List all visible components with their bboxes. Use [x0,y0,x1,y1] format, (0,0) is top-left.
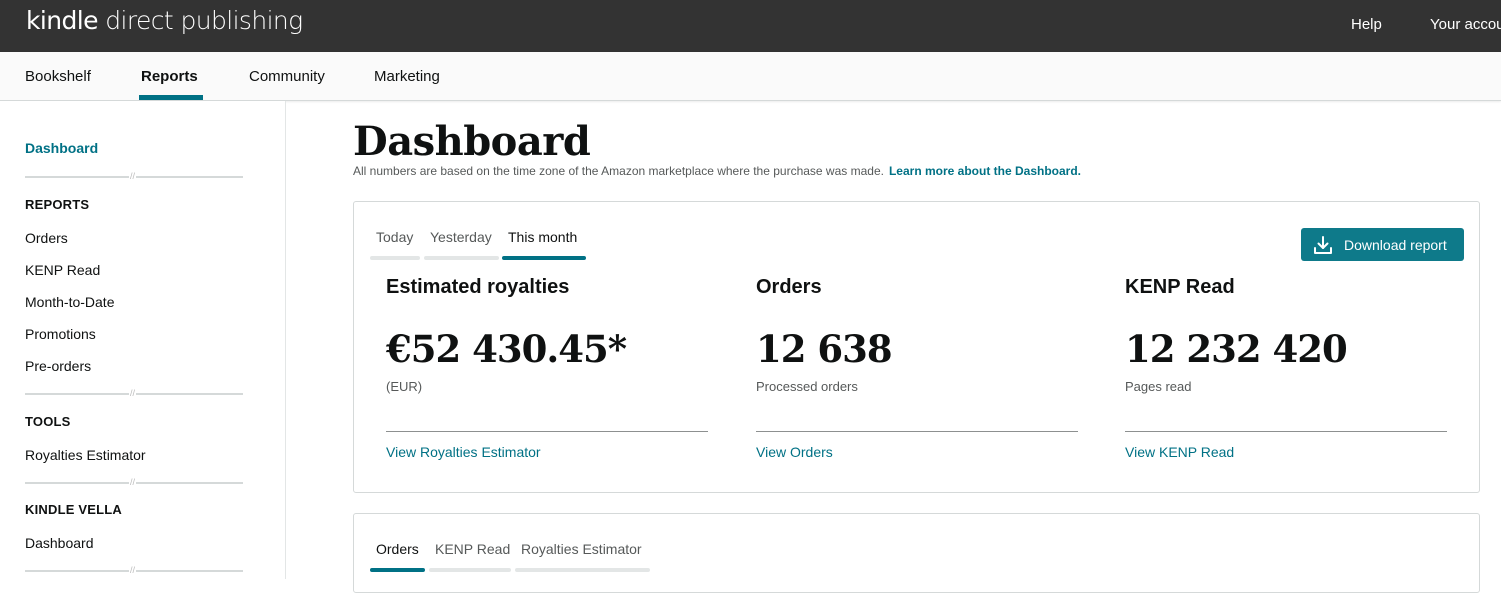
tab-orders[interactable]: Orders [376,541,419,557]
page-subtitle: All numbers are based on the time zone o… [353,164,1081,178]
top-header: kindle direct publishing Help Your accou… [0,0,1501,52]
stat-label: (EUR) [386,379,423,394]
download-report-button[interactable]: Download report [1301,228,1464,261]
sidebar-heading-kindle-vella: KINDLE VELLA [25,502,123,517]
sidebar-divider [25,170,243,182]
page-title: Dashboard [353,118,591,165]
view-royalties-estimator-link[interactable]: View Royalties Estimator [386,444,541,460]
reports-sidebar: Dashboard REPORTS Orders KENP Read Month… [0,101,286,579]
nav-marketing[interactable]: Marketing [374,68,440,85]
nav-active-indicator [139,95,203,100]
tab-kenp-read[interactable]: KENP Read [435,541,510,557]
view-kenp-read-link[interactable]: View KENP Read [1125,444,1234,460]
stat-label: Pages read [1125,379,1192,394]
sidebar-heading-reports: REPORTS [25,197,90,212]
sidebar-item-dashboard[interactable]: Dashboard [25,140,98,156]
sidebar-item-pre-orders[interactable]: Pre-orders [25,358,91,374]
sidebar-item-orders[interactable]: Orders [25,230,68,246]
timezone-note: All numbers are based on the time zone o… [353,164,884,178]
summary-card: Today Yesterday This month Download repo… [353,201,1480,493]
stat-divider [1125,431,1447,432]
kdp-logo[interactable]: kindle direct publishing [26,6,303,35]
stat-value: €52 430.45* [386,327,627,371]
report-card: Orders KENP Read Royalties Estimator [353,513,1480,593]
sidebar-heading-tools: TOOLS [25,414,71,429]
help-link[interactable]: Help [1351,16,1382,33]
download-icon [1314,235,1332,254]
sidebar-item-promotions[interactable]: Promotions [25,326,96,342]
nav-reports[interactable]: Reports [141,68,198,85]
download-report-label: Download report [1344,236,1447,253]
stat-title: Estimated royalties [386,276,570,298]
primary-nav: Bookshelf Reports Community Marketing [0,52,1501,101]
stat-value: 12 232 420 [1125,327,1348,371]
stat-title: KENP Read [1125,276,1235,298]
tab-yesterday-indicator [424,256,499,260]
view-orders-link[interactable]: View Orders [756,444,833,460]
stat-title: Orders [756,276,822,298]
tab-today[interactable]: Today [376,229,413,245]
tab-this-month[interactable]: This month [508,229,577,245]
tab-yesterday[interactable]: Yesterday [430,229,492,245]
tab-orders-indicator [370,568,425,572]
tab-royalties-estimator-indicator [515,568,650,572]
logo-kindle-text: kindle [26,6,98,35]
stat-orders: Orders 12 638 Processed orders View Orde… [756,276,1078,462]
sidebar-divider [25,476,243,488]
tab-this-month-indicator [502,256,586,260]
sidebar-item-kenp-read[interactable]: KENP Read [25,262,100,278]
nav-community[interactable]: Community [249,68,325,85]
stat-divider [386,431,708,432]
tab-today-indicator [370,256,420,260]
logo-rest-text: direct publishing [97,6,303,35]
stat-divider [756,431,1078,432]
sidebar-item-month-to-date[interactable]: Month-to-Date [25,294,114,310]
stat-value: 12 638 [756,327,893,371]
sidebar-item-vella-dashboard[interactable]: Dashboard [25,535,94,551]
tab-kenp-read-indicator [429,568,511,572]
sidebar-divider [25,564,243,576]
your-account-link[interactable]: Your account [1430,16,1501,33]
stat-label: Processed orders [756,379,858,394]
tab-royalties-estimator[interactable]: Royalties Estimator [521,541,642,557]
stat-kenp-read: KENP Read 12 232 420 Pages read View KEN… [1125,276,1447,462]
sidebar-divider [25,387,243,399]
nav-bookshelf[interactable]: Bookshelf [25,68,91,85]
learn-more-link[interactable]: Learn more about the Dashboard. [889,164,1081,178]
stat-estimated-royalties: Estimated royalties €52 430.45* (EUR) Vi… [386,276,708,462]
sidebar-item-royalties-estimator[interactable]: Royalties Estimator [25,447,146,463]
